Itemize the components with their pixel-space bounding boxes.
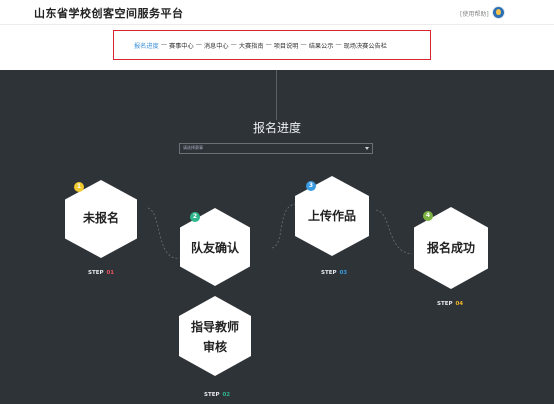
connector-3-4 [375,209,413,255]
step-4-number: 04 [455,301,464,307]
step-word: STEP [437,301,453,307]
connector-1-2 [147,207,181,259]
step-4-badge: 4 [423,211,433,221]
step-1-badge: 1 [74,182,84,192]
step-2-teammate-confirm[interactable]: 队友确认 [178,208,252,286]
step-3-label: 上传作品 [307,209,356,223]
step-1-not-registered[interactable]: 未报名 [62,180,140,258]
step-4-tag: STEP 04 [437,301,463,307]
step-word: STEP [321,270,337,276]
step-3-upload-work[interactable]: 上传作品 [292,176,372,256]
step-2b-label-line-1: 指导教师 [190,320,239,334]
step-4-registration-complete[interactable]: 报名成功 [411,207,491,289]
step-1-tag: STEP 01 [88,270,114,276]
step-3-number: 03 [339,270,348,276]
step-2-tag: STEP 02 [204,392,230,398]
step-3-tag: STEP 03 [321,270,347,276]
step-word: STEP [88,270,104,276]
step-word: STEP [204,392,220,398]
step-4-label: 报名成功 [426,241,475,255]
step-2b-label-line-2: 审核 [202,340,227,354]
step-2-badge: 2 [190,212,200,222]
step-3-badge: 3 [306,181,316,191]
step-1-number: 01 [106,270,115,276]
step-1-label: 未报名 [82,211,119,225]
step-2-number: 02 [222,392,231,398]
step-2-label: 队友确认 [190,241,239,255]
step-2b-teacher-review[interactable]: 指导教师 审核 [177,296,253,376]
